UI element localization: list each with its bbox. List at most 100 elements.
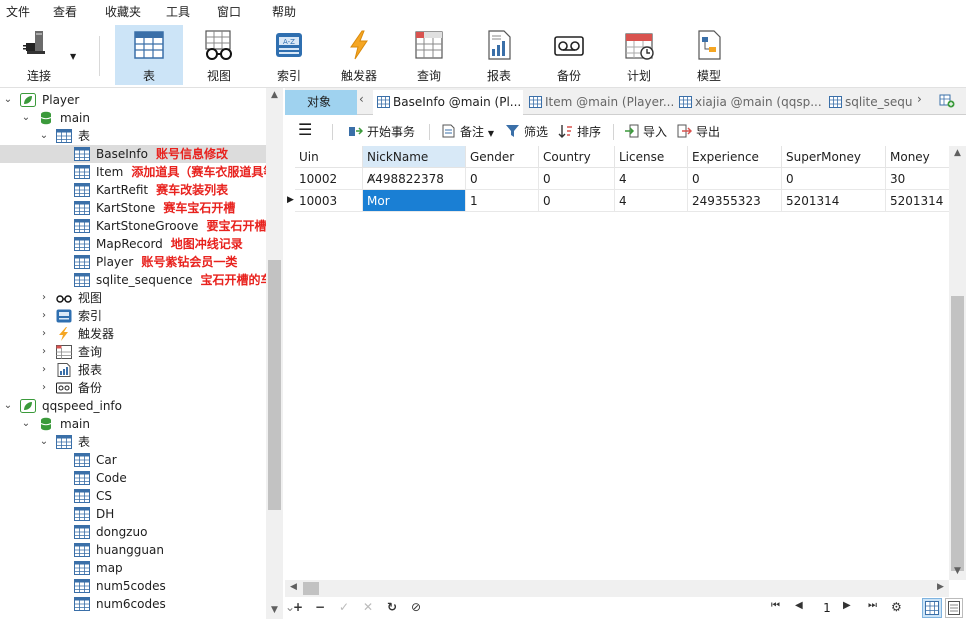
column-header-supermoney[interactable]: SuperMoney bbox=[782, 146, 886, 168]
expand-icon[interactable]: › bbox=[38, 343, 50, 361]
hamburger-menu-icon[interactable]: ☰ bbox=[298, 120, 312, 139]
scroll-left-icon[interactable]: ◀ bbox=[285, 582, 302, 592]
tab-scroll-left-icon[interactable]: ‹ bbox=[359, 92, 364, 106]
expand-icon[interactable]: › bbox=[38, 325, 50, 343]
scroll-thumb[interactable] bbox=[951, 296, 964, 571]
tree-group-views[interactable]: › 视图 bbox=[0, 289, 266, 307]
tab-scroll-right-icon[interactable]: › bbox=[917, 92, 922, 106]
tab-baseinfo[interactable]: BaseInfo @main (Pl... bbox=[373, 90, 523, 115]
menu-favorites[interactable]: 收藏夹 bbox=[105, 3, 141, 20]
table-cell[interactable]: 10003 bbox=[295, 190, 363, 212]
filter-button[interactable]: 筛选 bbox=[505, 123, 548, 140]
menu-file[interactable]: 文件 bbox=[6, 3, 30, 20]
table-cell[interactable]: 1 bbox=[466, 190, 539, 212]
tree-table-item[interactable]: Item 添加道具（赛车衣服道具等。。。） bbox=[0, 163, 283, 181]
scroll-down-icon[interactable]: ▼ bbox=[949, 566, 966, 576]
trigger-button[interactable]: 触发器 bbox=[325, 25, 393, 85]
next-page-icon[interactable]: ▶ bbox=[843, 600, 851, 611]
column-header-uin[interactable]: Uin bbox=[295, 146, 363, 168]
collapse-icon[interactable]: ⌄ bbox=[2, 397, 14, 415]
previous-page-icon[interactable]: ◀ bbox=[795, 600, 803, 611]
grid-view-button[interactable] bbox=[922, 598, 942, 618]
add-record-icon[interactable]: + bbox=[293, 600, 303, 614]
collapse-icon[interactable]: ⌄ bbox=[20, 109, 32, 127]
tree-table-huangguan[interactable]: huangguan bbox=[0, 541, 266, 559]
tab-sqlite-sequence[interactable]: sqlite_sequ bbox=[825, 90, 913, 115]
tree-table-map[interactable]: map bbox=[0, 559, 266, 577]
scroll-thumb[interactable] bbox=[303, 582, 319, 595]
last-page-icon[interactable]: ⏭ bbox=[868, 600, 877, 611]
discard-changes-icon[interactable]: ✕ bbox=[363, 600, 373, 614]
tree-table-dongzuo[interactable]: dongzuo bbox=[0, 523, 266, 541]
tab-xiajia[interactable]: xiajia @main (qqsp... bbox=[675, 90, 823, 115]
menu-window[interactable]: 窗口 bbox=[217, 3, 241, 20]
tree-tables-group[interactable]: ⌄ 表 bbox=[0, 127, 266, 145]
apply-changes-icon[interactable]: ✓ bbox=[339, 600, 349, 614]
tree-table-code[interactable]: Code bbox=[0, 469, 266, 487]
table-cell[interactable]: 0 bbox=[688, 168, 782, 190]
form-view-button[interactable] bbox=[945, 598, 963, 618]
tree-group-queries[interactable]: › 查询 bbox=[0, 343, 266, 361]
tree-table-dh[interactable]: DH bbox=[0, 505, 266, 523]
grid-horizontal-scrollbar[interactable]: ◀ ▶ bbox=[285, 580, 949, 597]
tree-group-triggers[interactable]: › 触发器 bbox=[0, 325, 266, 343]
import-button[interactable]: 导入 bbox=[624, 123, 667, 140]
index-button[interactable]: A-Z 索引 bbox=[255, 25, 323, 85]
editing-cell[interactable]: Mor bbox=[363, 190, 466, 212]
table-cell[interactable]: 0 bbox=[539, 168, 615, 190]
backup-button[interactable]: 备份 bbox=[535, 25, 603, 85]
column-header-license[interactable]: License bbox=[615, 146, 688, 168]
expand-icon[interactable]: › bbox=[38, 307, 50, 325]
table-cell[interactable]: 249355323 bbox=[688, 190, 782, 212]
collapse-icon[interactable]: ⌄ bbox=[38, 127, 50, 145]
table-cell[interactable]: 4 bbox=[615, 168, 688, 190]
menu-view[interactable]: 查看 bbox=[53, 3, 77, 20]
tab-objects[interactable]: 对象 bbox=[285, 90, 357, 115]
tree-tables-group-2[interactable]: ⌄ 表 bbox=[0, 433, 266, 451]
begin-transaction-button[interactable]: 开始事务 bbox=[348, 123, 415, 140]
scroll-thumb[interactable] bbox=[268, 260, 281, 510]
tree-table-player[interactable]: Player 账号紫钻会员一类 bbox=[0, 253, 266, 271]
tree-table-kartstonegroove[interactable]: KartStoneGroove要宝石开槽的赛车排序号 bbox=[0, 217, 283, 235]
report-button[interactable]: 报表 bbox=[465, 25, 533, 85]
first-page-icon[interactable]: ⏮ bbox=[771, 600, 780, 611]
table-cell[interactable]: 0 bbox=[466, 168, 539, 190]
tree-table-num5codes[interactable]: num5codes bbox=[0, 577, 266, 595]
scroll-up-icon[interactable]: ▲ bbox=[266, 90, 283, 100]
scroll-up-icon[interactable]: ▲ bbox=[949, 148, 966, 158]
table-cell[interactable]: 4 bbox=[615, 190, 688, 212]
tree-group-reports[interactable]: › 报表 bbox=[0, 361, 266, 379]
column-header-nickname[interactable]: NickName bbox=[363, 146, 466, 168]
tree-table-sqlite-sequence[interactable]: sqlite_sequence宝石开槽的车有多少 bbox=[0, 271, 283, 289]
scroll-right-icon[interactable]: ▶ bbox=[932, 582, 949, 592]
connect-button[interactable]: 连接 bbox=[5, 25, 73, 85]
grid-vertical-scrollbar[interactable]: ▲ ▼ bbox=[949, 146, 966, 580]
view-button[interactable]: 视图 bbox=[185, 25, 253, 85]
table-cell[interactable]: 5201314 bbox=[782, 190, 886, 212]
tree-table-maprecord[interactable]: MapRecord 地图冲线记录 bbox=[0, 235, 266, 253]
collapse-icon[interactable]: ⌄ bbox=[20, 415, 32, 433]
connect-dropdown-icon[interactable]: ▼ bbox=[70, 52, 76, 61]
export-button[interactable]: 导出 bbox=[677, 123, 720, 140]
page-number-input[interactable]: 1 bbox=[816, 599, 838, 617]
expand-icon[interactable]: › bbox=[38, 379, 50, 397]
stop-icon[interactable]: ⊘ bbox=[411, 600, 421, 614]
collapse-icon[interactable]: ⌄ bbox=[2, 91, 14, 109]
tree-db-player[interactable]: ⌄ Player bbox=[0, 91, 266, 109]
menu-help[interactable]: 帮助 bbox=[272, 3, 296, 20]
tree-schema-main-2[interactable]: ⌄ main bbox=[0, 415, 266, 433]
settings-gear-icon[interactable]: ⚙ bbox=[891, 600, 902, 614]
tree-group-indexes[interactable]: › 索引 bbox=[0, 307, 266, 325]
tree-schema-main[interactable]: ⌄ main bbox=[0, 109, 266, 127]
query-button[interactable]: 查询 bbox=[395, 25, 463, 85]
tree-db-qqspeed-info[interactable]: ⌄ qqspeed_info bbox=[0, 397, 266, 415]
table-button[interactable]: 表 bbox=[115, 25, 183, 85]
scroll-down-icon[interactable]: ▼ bbox=[266, 605, 283, 615]
expand-icon[interactable]: › bbox=[38, 361, 50, 379]
expand-icon[interactable]: › bbox=[38, 289, 50, 307]
schedule-button[interactable]: 计划 bbox=[605, 25, 673, 85]
menu-tools[interactable]: 工具 bbox=[166, 3, 190, 20]
tree-table-baseinfo[interactable]: BaseInfo 账号信息修改 bbox=[0, 145, 266, 163]
table-cell[interactable]: 0 bbox=[539, 190, 615, 212]
column-header-gender[interactable]: Gender bbox=[466, 146, 539, 168]
